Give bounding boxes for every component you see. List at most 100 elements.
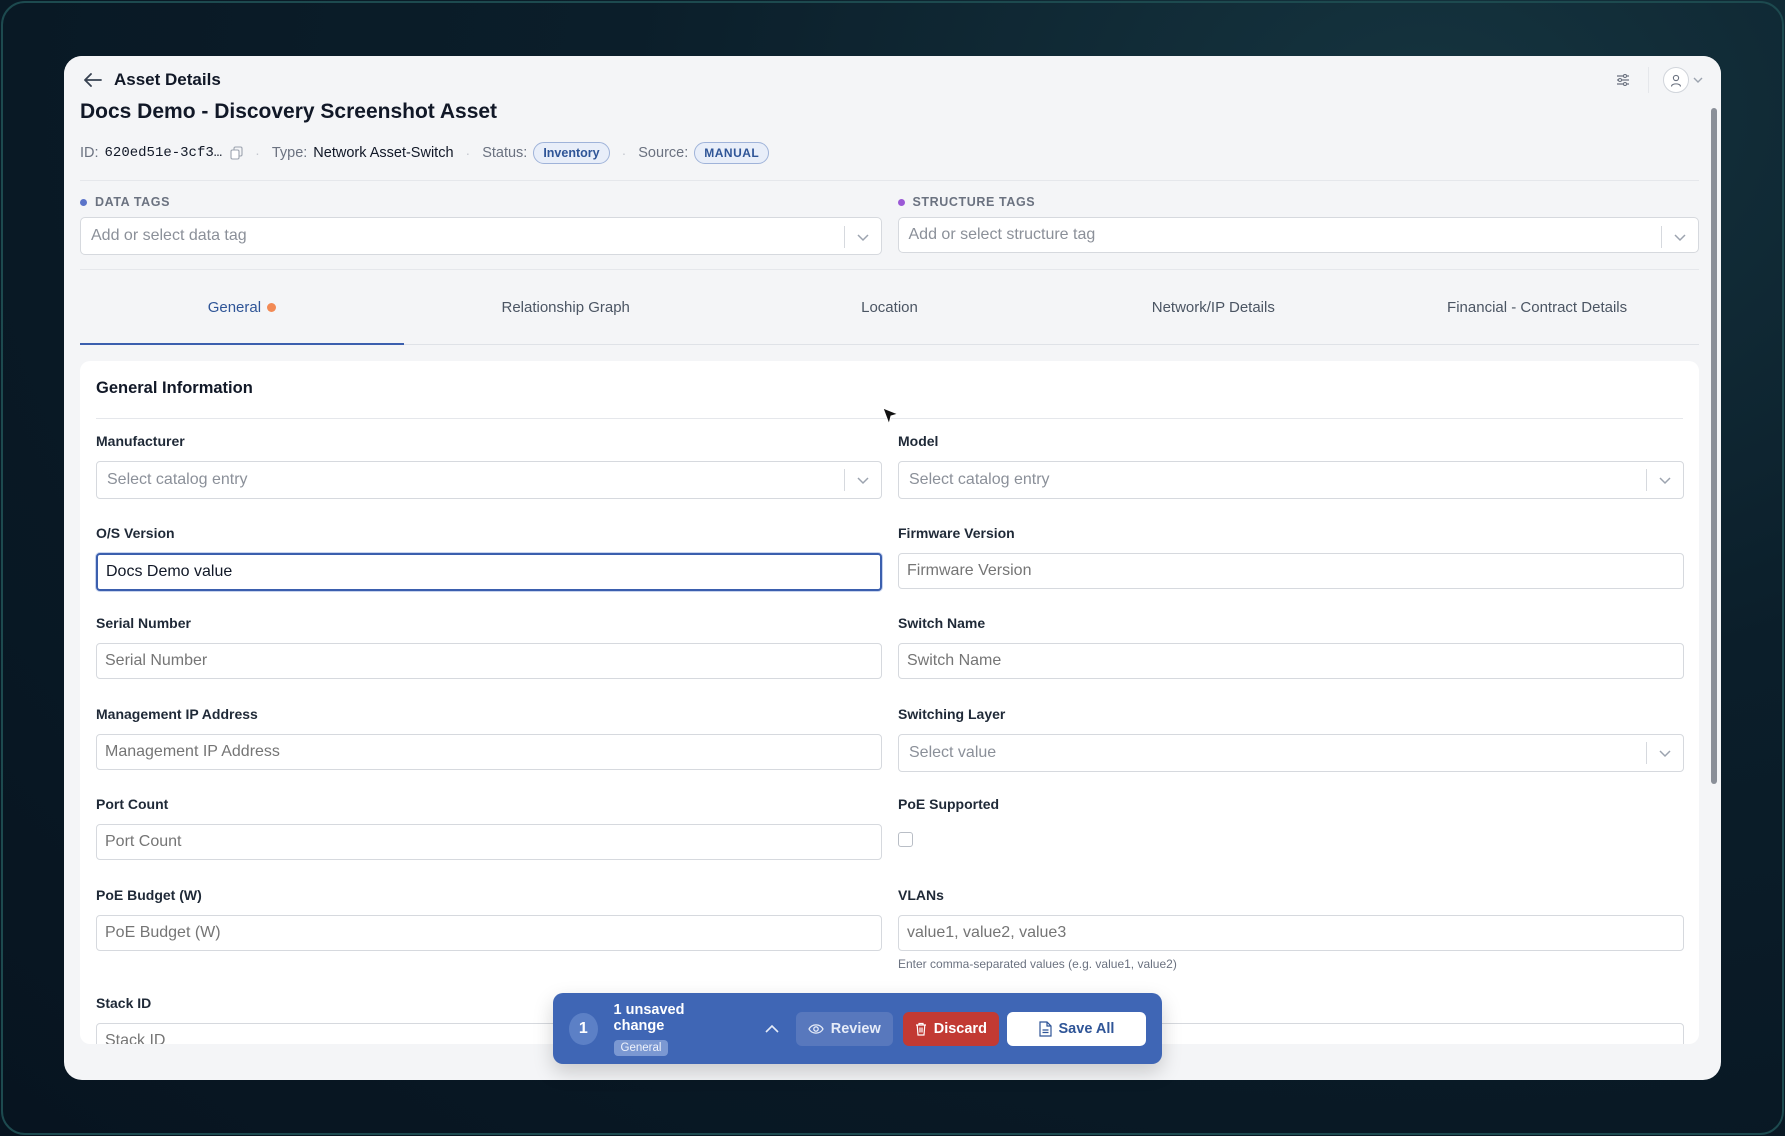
section-divider bbox=[80, 180, 1699, 181]
switching-layer-field: Switching Layer Select value bbox=[898, 706, 1684, 772]
switch-name-field: Switch Name bbox=[898, 615, 1684, 679]
tab-relationship-graph[interactable]: Relationship Graph bbox=[404, 270, 728, 344]
serial-number-input[interactable] bbox=[96, 643, 882, 679]
vlans-input[interactable] bbox=[898, 915, 1684, 951]
eye-icon bbox=[808, 1023, 824, 1034]
page-title: Asset Details bbox=[114, 70, 221, 89]
trash-icon bbox=[915, 1022, 926, 1036]
top-bar: Asset Details bbox=[64, 56, 1721, 104]
row-gap bbox=[898, 591, 1684, 615]
row-gap bbox=[898, 860, 1684, 887]
os-version-input[interactable] bbox=[96, 553, 882, 591]
row-gap bbox=[96, 772, 882, 796]
chevron-down-icon bbox=[855, 472, 871, 488]
source-badge: MANUAL bbox=[694, 142, 770, 164]
structure-tags-title: STRUCTURE TAGS bbox=[912, 195, 1036, 209]
sliders-icon[interactable] bbox=[1612, 69, 1634, 91]
unsaved-indicator-dot bbox=[267, 302, 277, 312]
field-label: Port Count bbox=[96, 796, 169, 812]
review-button[interactable]: Review bbox=[795, 1011, 893, 1046]
vlans-hint: Enter comma-separated values (e.g. value… bbox=[898, 957, 1177, 971]
poe-supported-field: PoE Supported bbox=[898, 796, 1684, 860]
select-separator bbox=[844, 469, 845, 491]
unsaved-summary: 1 unsaved change General bbox=[613, 1001, 726, 1056]
structure-tags-dot bbox=[897, 198, 905, 206]
field-label: Management IP Address bbox=[96, 706, 258, 722]
vlans-field: VLANs Enter comma-separated values (e.g.… bbox=[898, 887, 1684, 971]
management-ip-field: Management IP Address bbox=[96, 706, 882, 772]
app-window: Asset Details Docs Demo - Discovery Scre… bbox=[64, 56, 1721, 1080]
poe-supported-checkbox[interactable] bbox=[898, 832, 913, 847]
asset-title: Docs Demo - Discovery Screenshot Asset bbox=[80, 100, 498, 123]
chevron-up-icon[interactable] bbox=[764, 1020, 780, 1038]
firmware-version-input[interactable] bbox=[898, 553, 1684, 589]
manufacturer-field: Manufacturer Select catalog entry bbox=[96, 433, 882, 499]
switch-name-input[interactable] bbox=[898, 643, 1684, 679]
tab-network-ip-details[interactable]: Network/IP Details bbox=[1051, 270, 1375, 344]
save-all-label: Save All bbox=[1058, 1020, 1115, 1037]
source-label: Source: bbox=[638, 145, 689, 161]
poe-budget-field: PoE Budget (W) bbox=[96, 887, 882, 971]
select-separator bbox=[1646, 742, 1647, 764]
discard-label: Discard bbox=[933, 1020, 987, 1037]
data-tags-select[interactable]: Add or select data tag bbox=[80, 217, 882, 255]
unsaved-changes-bar: 1 1 unsaved change General Review Discar… bbox=[553, 993, 1162, 1064]
manufacturer-select[interactable]: Select catalog entry bbox=[96, 461, 882, 499]
form-grid: Manufacturer Select catalog entry Model … bbox=[96, 433, 1684, 1044]
row-gap bbox=[898, 772, 1684, 796]
page-content: Docs Demo - Discovery Screenshot Asset I… bbox=[80, 100, 1699, 1044]
management-ip-input[interactable] bbox=[96, 734, 882, 770]
data-tags-dot bbox=[80, 198, 87, 206]
tab-label: Network/IP Details bbox=[1151, 298, 1275, 316]
row-gap bbox=[96, 971, 882, 995]
chevron-down-icon bbox=[1693, 71, 1703, 89]
chevron-down-icon bbox=[855, 229, 871, 245]
user-menu[interactable] bbox=[1663, 67, 1703, 93]
asset-meta: ID: 620ed51e-3cf3… · Type: Network Asset… bbox=[80, 140, 1699, 166]
field-label: PoE Budget (W) bbox=[96, 887, 202, 903]
review-label: Review bbox=[830, 1020, 881, 1037]
port-count-field: Port Count bbox=[96, 796, 882, 860]
switching-layer-select[interactable]: Select value bbox=[898, 734, 1684, 772]
row-gap bbox=[898, 499, 1684, 525]
firmware-version-field: Firmware Version bbox=[898, 525, 1684, 591]
field-label: VLANs bbox=[898, 887, 944, 903]
tab-label: Relationship Graph bbox=[501, 298, 630, 316]
structure-tags: STRUCTURE TAGS Add or select structure t… bbox=[897, 195, 1699, 255]
tags-section: DATA TAGS Add or select data tag STRUCTU… bbox=[80, 195, 1699, 255]
row-gap bbox=[898, 679, 1684, 706]
arrow-left-icon[interactable] bbox=[82, 69, 104, 91]
topbar-actions bbox=[1612, 67, 1703, 93]
mouse-cursor-icon bbox=[882, 407, 900, 426]
row-gap bbox=[96, 591, 882, 615]
field-label: Firmware Version bbox=[898, 525, 1015, 541]
model-select[interactable]: Select catalog entry bbox=[898, 461, 1684, 499]
unsaved-tab-tag: General bbox=[613, 1039, 669, 1056]
tab-location[interactable]: Location bbox=[728, 270, 1052, 344]
save-all-button[interactable]: Save All bbox=[1006, 1011, 1146, 1046]
data-tags-title: DATA TAGS bbox=[95, 195, 171, 209]
os-version-field: O/S Version bbox=[96, 525, 882, 591]
discard-button[interactable]: Discard bbox=[902, 1011, 999, 1046]
tab-financial-contract-details[interactable]: Financial - Contract Details bbox=[1375, 270, 1699, 344]
document-icon bbox=[1038, 1020, 1052, 1037]
unsaved-title: 1 unsaved change bbox=[613, 1001, 685, 1034]
status-label: Status: bbox=[482, 145, 528, 161]
field-label: Model bbox=[898, 433, 939, 449]
tab-general[interactable]: General bbox=[80, 270, 404, 345]
row-gap bbox=[898, 971, 1684, 995]
type-label: Type: bbox=[271, 145, 308, 161]
meta-separator: · bbox=[255, 145, 260, 161]
select-placeholder: Select catalog entry bbox=[909, 471, 1050, 488]
scrollbar-thumb[interactable] bbox=[1711, 108, 1717, 784]
structure-tags-select[interactable]: Add or select structure tag bbox=[897, 217, 1699, 253]
poe-budget-input[interactable] bbox=[96, 915, 882, 951]
port-count-input[interactable] bbox=[96, 824, 882, 860]
asset-id: 620ed51e-3cf3… bbox=[104, 145, 223, 161]
chevron-down-icon bbox=[1657, 472, 1673, 488]
meta-separator: · bbox=[621, 145, 627, 161]
asset-type: Network Asset-Switch bbox=[313, 145, 454, 161]
chevron-down-icon bbox=[1672, 229, 1688, 245]
copy-icon[interactable] bbox=[230, 146, 243, 160]
data-tags-label: DATA TAGS bbox=[80, 195, 882, 209]
